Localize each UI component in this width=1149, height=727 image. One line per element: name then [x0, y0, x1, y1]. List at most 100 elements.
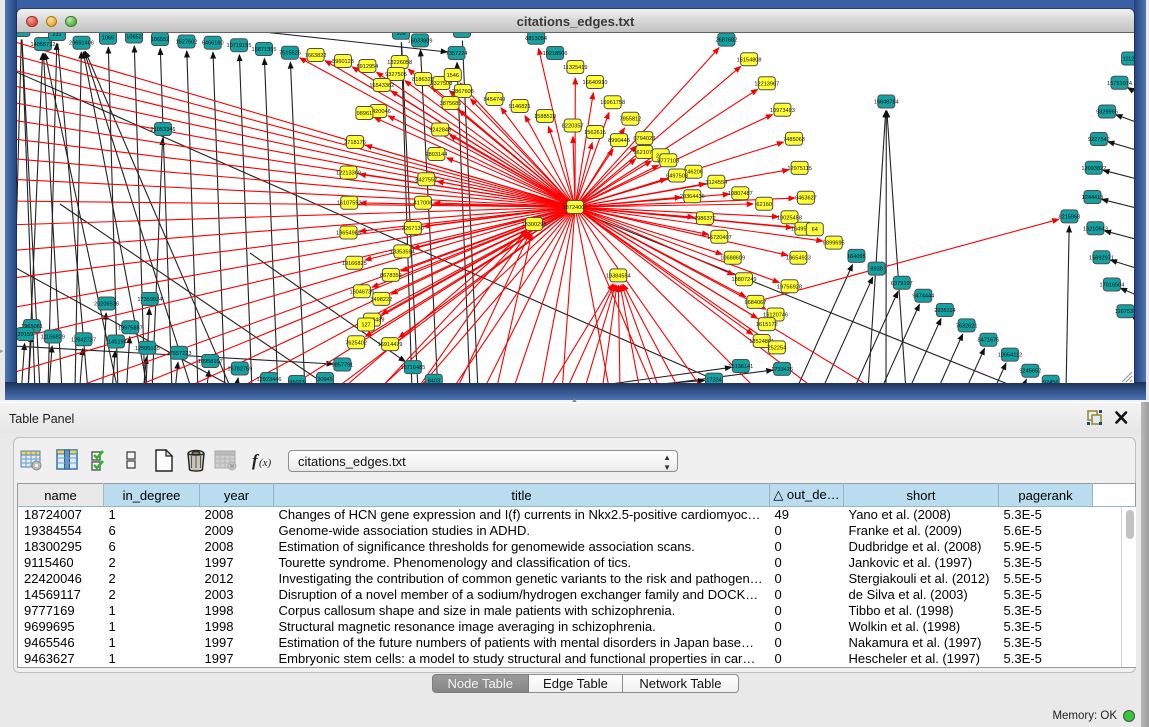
svg-text:20691406: 20691406	[69, 41, 94, 47]
svg-text:9857791: 9857791	[332, 363, 354, 369]
svg-text:11121: 11121	[1123, 57, 1134, 63]
svg-text:9329966: 9329966	[1096, 110, 1118, 116]
svg-text:17016504: 17016504	[1099, 283, 1124, 289]
svg-text:16543362: 16543362	[369, 83, 394, 89]
svg-text:2867608: 2867608	[452, 89, 474, 95]
svg-text:7955812: 7955812	[620, 117, 642, 123]
svg-text:8471676: 8471676	[978, 338, 1000, 344]
svg-text:15136141: 15136141	[728, 364, 753, 370]
svg-text:6466160: 6466160	[202, 41, 224, 47]
svg-text:6379197: 6379197	[891, 281, 913, 287]
svg-text:209: 209	[17, 33, 26, 34]
svg-text:2687682: 2687682	[716, 38, 738, 44]
svg-text:10807487: 10807487	[728, 191, 753, 197]
svg-text:15692971: 15692971	[1089, 255, 1114, 261]
svg-text:11156829: 11156829	[41, 335, 65, 341]
svg-text:16154808: 16154808	[737, 57, 762, 63]
svg-text:3267130: 3267130	[402, 226, 424, 232]
svg-text:12213967: 12213967	[754, 81, 779, 87]
svg-text:17957223: 17957223	[167, 351, 192, 357]
svg-text:6794028: 6794028	[633, 136, 655, 142]
svg-text:(x): (x)	[259, 457, 272, 469]
svg-text:9227342: 9227342	[1088, 137, 1110, 143]
svg-text:18300295: 18300295	[522, 222, 547, 228]
svg-text:3875685: 3875685	[440, 101, 462, 107]
svg-text:8990448: 8990448	[608, 138, 630, 144]
svg-text:19756928: 19756928	[777, 284, 802, 290]
svg-text:16640910: 16640910	[583, 80, 608, 86]
svg-text:19384554: 19384554	[606, 273, 631, 279]
svg-text:6497508: 6497508	[666, 174, 688, 180]
svg-text:16033809: 16033809	[408, 38, 433, 44]
svg-text:10025458: 10025458	[777, 215, 802, 221]
svg-text:62160: 62160	[756, 202, 772, 208]
svg-text:9684067: 9684067	[745, 300, 767, 306]
svg-text:252254: 252254	[768, 345, 787, 351]
svg-text:20364436: 20364436	[680, 194, 705, 200]
svg-text:1615172: 1615172	[756, 322, 778, 328]
svg-text:8220357: 8220357	[562, 124, 584, 130]
svg-text:16648784: 16648784	[874, 100, 899, 106]
svg-text:9245652: 9245652	[1019, 369, 1041, 375]
svg-text:17334: 17334	[706, 378, 722, 383]
svg-text:9777109: 9777109	[657, 158, 679, 164]
svg-text:92456: 92456	[1043, 380, 1059, 383]
svg-text:9899695: 9899695	[823, 241, 845, 247]
svg-text:417006: 417006	[414, 201, 433, 207]
svg-text:1733426: 1733426	[771, 367, 793, 373]
svg-text:13353594: 13353594	[390, 249, 415, 255]
svg-text:16210643: 16210643	[1083, 226, 1108, 232]
svg-text:10653: 10653	[126, 35, 142, 41]
svg-text:2935114: 2935114	[934, 308, 955, 314]
svg-text:7986372: 7986372	[694, 216, 716, 222]
svg-text:14055712: 14055712	[31, 42, 56, 48]
svg-text:16782759: 16782759	[227, 367, 252, 373]
svg-text:8912954: 8912954	[357, 64, 379, 70]
svg-text:15751074: 15751074	[1107, 81, 1132, 87]
svg-text:8403: 8403	[428, 379, 440, 383]
svg-text:3124554: 3124554	[705, 180, 727, 186]
svg-text:7663822: 7663822	[305, 53, 327, 59]
svg-text:16046736: 16046736	[349, 289, 374, 295]
svg-text:19654985: 19654985	[336, 231, 361, 237]
svg-text:1244415: 1244415	[1082, 195, 1104, 201]
svg-text:12213369: 12213369	[336, 171, 361, 177]
svg-text:9327505: 9327505	[385, 72, 407, 78]
svg-text:12975115: 12975115	[787, 166, 811, 172]
svg-text:12942737: 12942737	[71, 337, 96, 343]
svg-text:127: 127	[361, 323, 370, 329]
svg-text:21053346: 21053346	[151, 127, 176, 133]
svg-text:9242848: 9242848	[429, 128, 451, 134]
svg-text:231: 231	[52, 33, 61, 38]
svg-text:9146821: 9146821	[509, 104, 531, 110]
svg-text:106552: 106552	[151, 37, 170, 43]
svg-text:9474444: 9474444	[912, 294, 934, 300]
svg-text:109: 109	[396, 33, 405, 37]
svg-text:18724007: 18724007	[563, 205, 588, 211]
svg-text:10688609: 10688609	[720, 256, 745, 262]
svg-text:16671355: 16671355	[252, 47, 277, 53]
svg-text:10654112: 10654112	[998, 353, 1022, 359]
svg-text:19166825: 19166825	[342, 261, 367, 267]
svg-text:1065: 1065	[102, 36, 114, 42]
svg-text:19218506: 19218506	[543, 51, 568, 57]
svg-text:8678352: 8678352	[380, 273, 402, 279]
svg-text:13226058: 13226058	[387, 60, 412, 66]
svg-text:64: 64	[812, 227, 818, 233]
svg-text:17359924: 17359924	[137, 297, 162, 303]
svg-text:8454749: 8454749	[484, 97, 506, 103]
svg-text:11325419: 11325419	[563, 65, 587, 71]
svg-text:20945: 20945	[317, 377, 333, 383]
svg-text:10958107: 10958107	[198, 359, 223, 365]
svg-text:9463627: 9463627	[795, 196, 817, 202]
svg-text:12505135: 12505135	[135, 346, 160, 352]
svg-text:19975887: 19975887	[118, 325, 143, 331]
svg-text:1546: 1546	[447, 73, 459, 79]
svg-text:8813054: 8813054	[525, 36, 547, 42]
svg-text:18807249: 18807249	[732, 277, 757, 283]
svg-text:12093822: 12093822	[1081, 166, 1106, 172]
svg-text:8960123: 8960123	[332, 59, 354, 65]
svg-text:15716485: 15716485	[400, 365, 425, 371]
svg-text:1145194: 1145194	[105, 340, 126, 346]
svg-text:3498222: 3498222	[370, 297, 392, 303]
